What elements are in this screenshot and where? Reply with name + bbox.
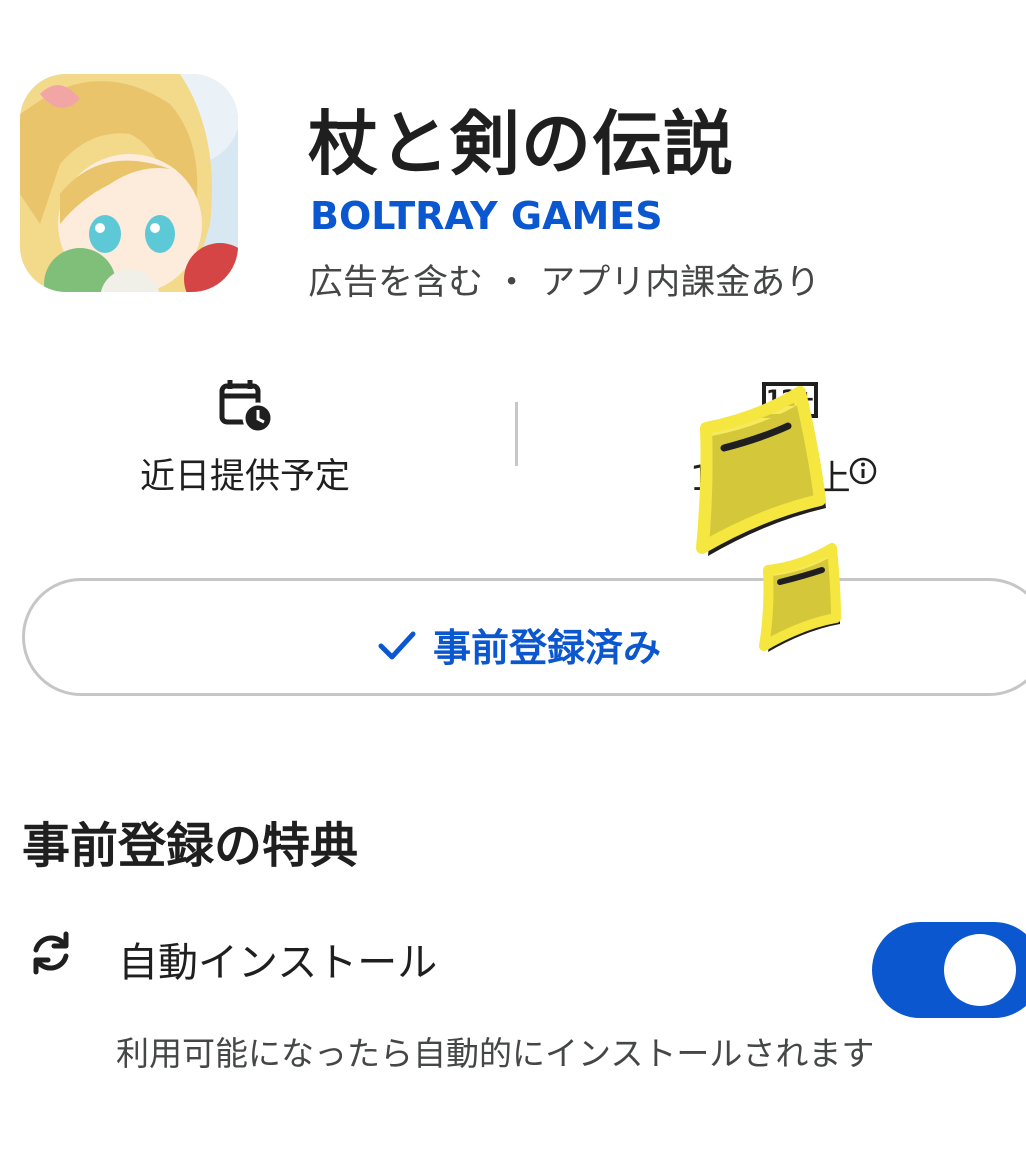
sync-icon [33, 931, 69, 975]
age-rating-icon: 12+ [762, 382, 818, 418]
rewards-section-title: 事前登録の特典 [22, 818, 359, 874]
calendar-clock-icon [219, 380, 274, 434]
check-icon [378, 631, 416, 659]
release-label: 近日提供予定 [139, 457, 350, 497]
auto-install-toggle[interactable] [872, 922, 1026, 1018]
toggle-knob [944, 934, 1016, 1006]
info-icon[interactable] [848, 456, 878, 486]
developer-link[interactable]: BOLTRAY GAMES [310, 194, 663, 238]
auto-install-label: 自動インストール [118, 940, 438, 986]
preregistered-label: 事前登録済み [433, 626, 662, 670]
preregistered-button[interactable]: 事前登録済み [22, 578, 1026, 696]
release-status: 近日提供予定 [130, 376, 360, 499]
age-label: 12 歳以上 [690, 459, 851, 499]
info-divider [515, 402, 518, 466]
auto-install-description: 利用可能になったら自動的にインストールされます [116, 1034, 875, 1073]
app-meta: 広告を含む ・ アプリ内課金あり [308, 263, 821, 303]
app-icon [20, 74, 238, 292]
app-title: 杖と剣の伝説 [308, 103, 734, 185]
